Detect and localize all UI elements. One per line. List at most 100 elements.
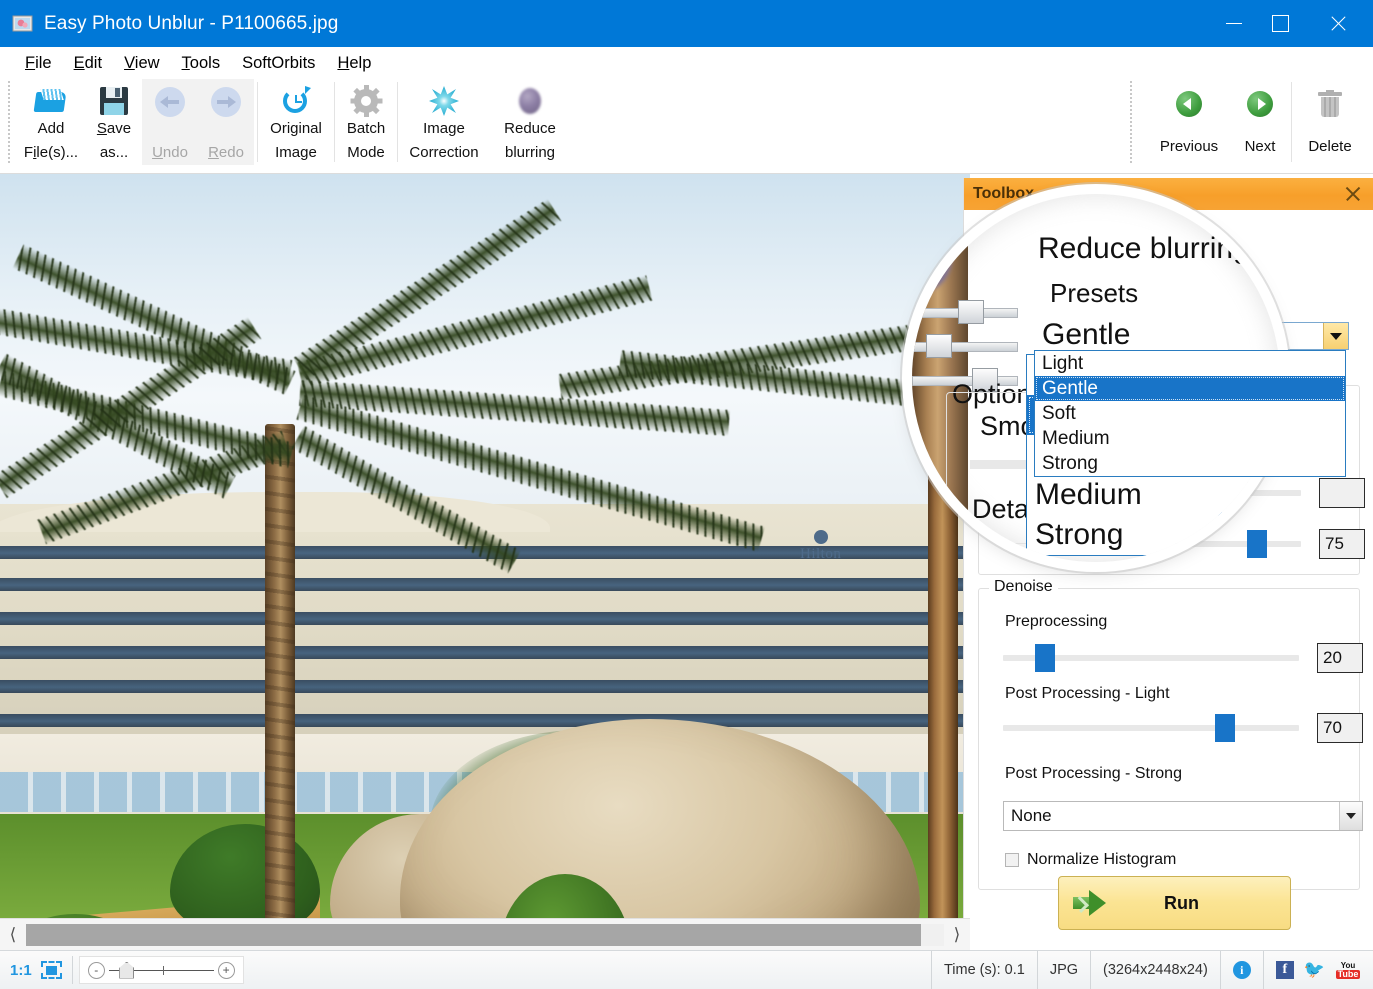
info-icon: i [1232,961,1251,979]
post-light-slider-track[interactable] [1003,714,1299,742]
toolbar-grip[interactable] [8,81,10,163]
horizontal-scrollbar[interactable]: ⟨ ⟩ [0,918,970,951]
original-image-button[interactable]: Original Image [261,79,331,165]
zoom-slider[interactable]: - + [78,956,244,984]
green-arrow-icon [1072,890,1107,916]
post-light-value-input[interactable]: 70 [1317,713,1363,743]
redo-button[interactable]: Redo [198,79,254,165]
photo-window-band [0,646,970,659]
photo-window-band [0,578,970,591]
normalize-histogram-checkbox[interactable]: Normalize Histogram [1005,851,1176,869]
delete-button[interactable]: Delete [1295,79,1365,165]
toolbar-separator-4 [1291,82,1292,162]
status-dimensions: (3264x2448x24) [1090,951,1220,989]
dropdown-item-soft[interactable]: Soft [1035,401,1345,426]
post-light-slider-thumb[interactable] [1215,714,1235,742]
green-left-circle-icon [1176,85,1202,123]
toolbar-separator-1 [257,82,258,162]
zoom-slider-handle[interactable] [119,961,135,979]
app-photo-icon [12,13,34,35]
dropdown-item-strong[interactable]: Strong [1035,451,1345,476]
photo-hotel-brand-text: Hilton [800,546,842,562]
undo-label: Undo [152,144,188,161]
reduce-blurring-label-2: blurring [504,144,556,161]
dropdown-item-gentle[interactable]: Gentle [1035,376,1345,401]
toolbox-close-icon[interactable] [1344,185,1362,203]
statusbar: 1:1 - + Time (s): 0.1 JPG (3264x2448x24)… [0,950,1373,989]
dropdown-item-medium[interactable]: Medium [1035,426,1345,451]
menu-tools[interactable]: Tools [171,52,232,75]
denoise-group-legend: Denoise [989,578,1058,596]
scroll-right-icon[interactable]: ⟩ [944,920,970,950]
save-as-button[interactable]: Save as... [86,79,142,165]
minimize-button[interactable] [1211,0,1257,47]
window-title: Easy Photo Unblur - P1100665.jpg [44,12,339,34]
image-correction-button[interactable]: Image Correction [401,79,487,165]
add-files-button[interactable]: Add File(s)... [16,79,86,165]
toolbar-grip-right[interactable] [1130,81,1132,163]
post-strong-value: None [1011,806,1052,825]
normalize-histogram-label: Normalize Histogram [1027,851,1177,868]
photo-window-band [0,680,970,693]
denoise-group: Denoise Preprocessing 20 Post Processing… [978,578,1363,890]
detail-value-input[interactable]: 75 [1319,529,1365,559]
close-button[interactable] [1303,0,1373,47]
zoom-ratio-button[interactable]: 1:1 [0,962,41,979]
undo-redo-group: Undo Redo [142,79,254,165]
scrollbar-track[interactable] [26,924,944,946]
run-button[interactable]: Run [1058,876,1291,930]
presets-dropdown-list[interactable]: Light Gentle Soft Medium Strong [1034,350,1346,477]
toolbar: Add File(s)... Save as... Undo Redo Orig… [0,79,1373,251]
zoom-out-icon[interactable]: - [87,961,105,979]
batch-mode-label-1: Batch [346,120,386,137]
reduce-blurring-button[interactable]: Reduce blurring [487,79,573,165]
redo-label: Redo [208,144,244,161]
youtube-icon[interactable]: You Tube [1335,960,1361,980]
dropdown-item-light[interactable]: Light [1035,351,1345,376]
scroll-left-icon[interactable]: ⟨ [0,920,26,950]
menu-view[interactable]: View [113,52,170,75]
chevron-down-icon[interactable] [1323,323,1348,349]
preprocessing-slider-track[interactable] [1003,644,1299,672]
post-strong-combobox[interactable]: None [1003,801,1363,831]
twitter-icon[interactable]: 🐦 [1304,960,1325,980]
floppy-disk-icon [100,85,128,117]
next-button[interactable]: Next [1232,79,1288,165]
photo-window-band [0,714,970,727]
maximize-button[interactable] [1257,0,1303,47]
magnified-tool-title: Reduce blurring [1038,232,1250,265]
facebook-icon[interactable]: f [1275,961,1294,979]
checkbox-box[interactable] [1005,853,1019,867]
zoom-in-icon[interactable]: + [217,961,235,979]
menu-softorbits[interactable]: SoftOrbits [231,52,326,75]
original-image-label-1: Original [270,120,322,137]
zoom-slider-track[interactable] [108,961,214,979]
undo-button[interactable]: Undo [142,79,198,165]
menu-help[interactable]: Help [326,52,382,75]
menu-edit[interactable]: Edit [63,52,113,75]
sparkle-star-icon [429,85,459,117]
original-image-label-2: Image [275,144,317,161]
scrollbar-thumb[interactable] [26,924,921,946]
smooth-value-input[interactable] [1319,478,1365,508]
preprocessing-value-input[interactable]: 20 [1317,643,1363,673]
add-files-label-1: Add [37,120,65,137]
arrow-left-circle-icon [155,85,185,119]
previous-button[interactable]: Previous [1146,79,1232,165]
menu-file[interactable]: File [14,52,63,75]
chevron-down-icon[interactable] [1339,802,1362,830]
arrow-right-circle-icon [211,85,241,119]
save-as-label-1: Save [96,120,132,137]
batch-mode-label-2: Mode [347,144,385,161]
post-strong-label: Post Processing - Strong [1005,765,1182,782]
batch-mode-button[interactable]: Batch Mode [338,79,394,165]
image-canvas[interactable]: Hilton 9 [0,174,970,918]
trash-icon [1318,85,1342,123]
status-time: Time (s): 0.1 [930,951,1037,989]
preprocessing-slider-thumb[interactable] [1035,644,1055,672]
social-links: f 🐦 You Tube [1262,951,1373,989]
fit-to-screen-icon[interactable] [40,961,72,979]
info-button[interactable]: i [1219,951,1263,989]
photo-hotel-brand: Hilton [800,530,841,563]
save-as-label-2: as... [99,144,129,161]
